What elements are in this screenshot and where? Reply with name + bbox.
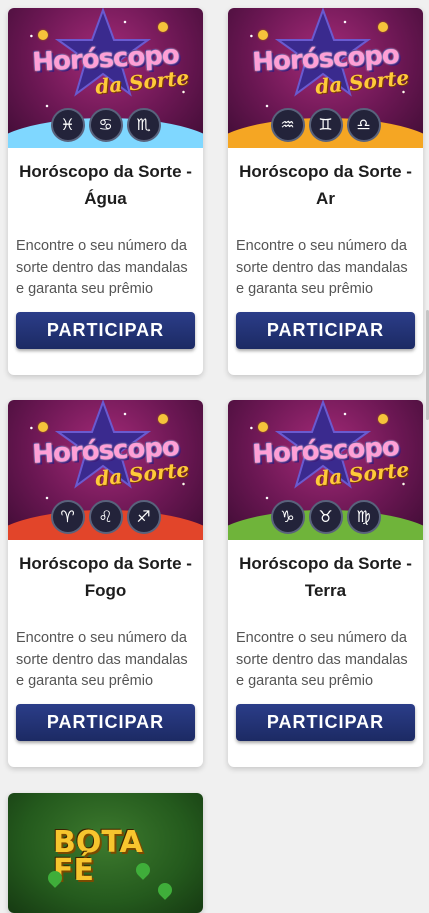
capricorn-icon: ♑	[270, 500, 305, 534]
virgo-icon: ♍	[346, 500, 381, 534]
card-title: Horóscopo da Sorte - Água	[19, 162, 192, 208]
banner-logo: BOTA FÉ	[53, 825, 143, 888]
card-title: Horóscopo da Sorte - Fogo	[19, 554, 192, 600]
leo-icon: ♌	[88, 500, 123, 534]
coin-icon	[378, 414, 388, 424]
participar-button[interactable]: PARTICIPAR	[16, 312, 195, 349]
participar-button[interactable]: PARTICIPAR	[236, 704, 415, 741]
card-description: Encontre o seu número da sorte dentro da…	[16, 238, 188, 297]
coin-icon	[258, 422, 268, 432]
card-title: Horóscopo da Sorte - Ar	[239, 162, 412, 208]
coin-icon	[38, 422, 48, 432]
card-title: Horóscopo da Sorte - Terra	[239, 554, 412, 600]
card-description: Encontre o seu número da sorte dentro da…	[236, 630, 408, 689]
zodiac-signs: ♓ ♋ ♏	[8, 108, 203, 142]
coin-icon	[38, 30, 48, 40]
coin-icon	[378, 22, 388, 32]
zodiac-signs: ♈ ♌ ♐	[8, 500, 203, 534]
aries-icon: ♈	[50, 500, 85, 534]
sagittarius-icon: ♐	[126, 500, 161, 534]
card-banner: BOTA FÉ	[8, 793, 203, 913]
zodiac-signs: ♒ ♊ ♎	[228, 108, 423, 142]
cancer-icon: ♋	[88, 108, 123, 142]
aquarius-icon: ♒	[270, 108, 305, 142]
card-banner: Horóscopo da Sorte ♈ ♌ ♐	[8, 400, 203, 540]
card-description: Encontre o seu número da sorte dentro da…	[236, 238, 408, 297]
libra-icon: ♎	[346, 108, 381, 142]
taurus-icon: ♉	[308, 500, 343, 534]
game-card-terra[interactable]: Horóscopo da Sorte ♑ ♉ ♍ Horóscopo da So…	[228, 400, 423, 767]
coin-icon	[158, 22, 168, 32]
card-banner: Horóscopo da Sorte ♑ ♉ ♍	[228, 400, 423, 540]
card-description: Encontre o seu número da sorte dentro da…	[16, 630, 188, 689]
game-card-fogo[interactable]: Horóscopo da Sorte ♈ ♌ ♐ Horóscopo da So…	[8, 400, 203, 767]
participar-button[interactable]: PARTICIPAR	[236, 312, 415, 349]
card-banner: Horóscopo da Sorte ♓ ♋ ♏	[8, 8, 203, 148]
game-card-ar[interactable]: Horóscopo da Sorte ♒ ♊ ♎ Horóscopo da So…	[228, 8, 423, 375]
gemini-icon: ♊	[308, 108, 343, 142]
participar-button[interactable]: PARTICIPAR	[16, 704, 195, 741]
pisces-icon: ♓	[50, 108, 85, 142]
card-banner: Horóscopo da Sorte ♒ ♊ ♎	[228, 8, 423, 148]
scorpio-icon: ♏	[126, 108, 161, 142]
game-card-bota-fe[interactable]: BOTA FÉ	[8, 793, 203, 913]
game-card-agua[interactable]: Horóscopo da Sorte ♓ ♋ ♏ Horóscopo da So…	[8, 8, 203, 375]
zodiac-signs: ♑ ♉ ♍	[228, 500, 423, 534]
coin-icon	[158, 414, 168, 424]
coin-icon	[258, 30, 268, 40]
